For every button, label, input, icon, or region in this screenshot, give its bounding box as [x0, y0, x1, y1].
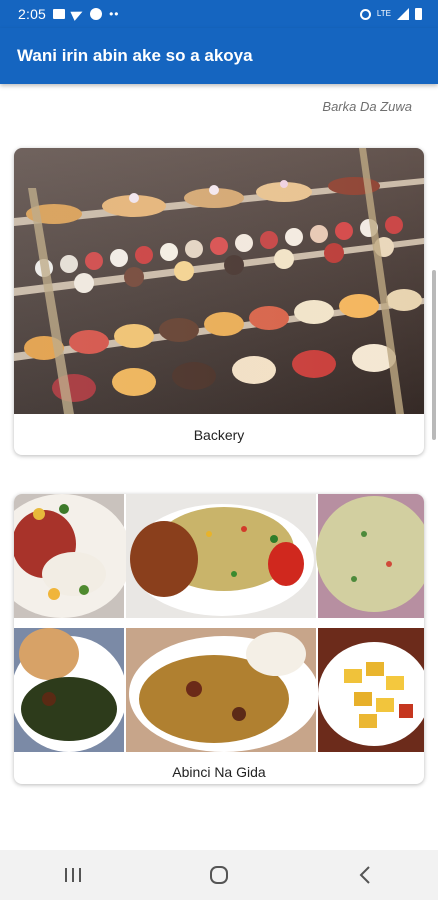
home-icon	[210, 866, 228, 884]
bakery-display-image	[14, 148, 424, 414]
lte-icon: LTE	[376, 9, 391, 18]
category-label-bakery: Backery	[193, 426, 245, 443]
app-bar: Wani irin abin ake so a akoya	[0, 28, 438, 84]
greeting-text: Barka Da Zuwa	[322, 99, 412, 114]
category-label-local-food: Abinci Na Gida	[172, 764, 266, 780]
image-icon	[53, 9, 66, 19]
back-button[interactable]	[335, 855, 395, 895]
telegram-icon	[70, 7, 85, 21]
recent-apps-icon	[65, 868, 81, 882]
alarm-icon	[359, 8, 371, 20]
status-left: 2:05 ••	[18, 6, 119, 22]
system-nav-bar	[0, 850, 438, 900]
category-card-local-food[interactable]: Abinci Na Gida	[14, 494, 424, 784]
back-icon	[359, 866, 370, 884]
scrollbar[interactable]	[432, 270, 436, 440]
facebook-icon	[90, 8, 103, 20]
local-food-collage-image	[14, 494, 424, 752]
status-bar: 2:05 •• LTE	[0, 0, 438, 28]
recent-apps-button[interactable]	[43, 855, 103, 895]
more-dots-icon: ••	[109, 7, 120, 21]
battery-icon	[415, 8, 422, 20]
status-right: LTE	[359, 8, 422, 20]
status-time: 2:05	[18, 6, 47, 22]
home-button[interactable]	[189, 855, 249, 895]
category-card-bakery[interactable]: Backery	[14, 148, 424, 455]
signal-icon	[397, 8, 409, 20]
app-title: Wani irin abin ake so a akoya	[17, 46, 253, 65]
